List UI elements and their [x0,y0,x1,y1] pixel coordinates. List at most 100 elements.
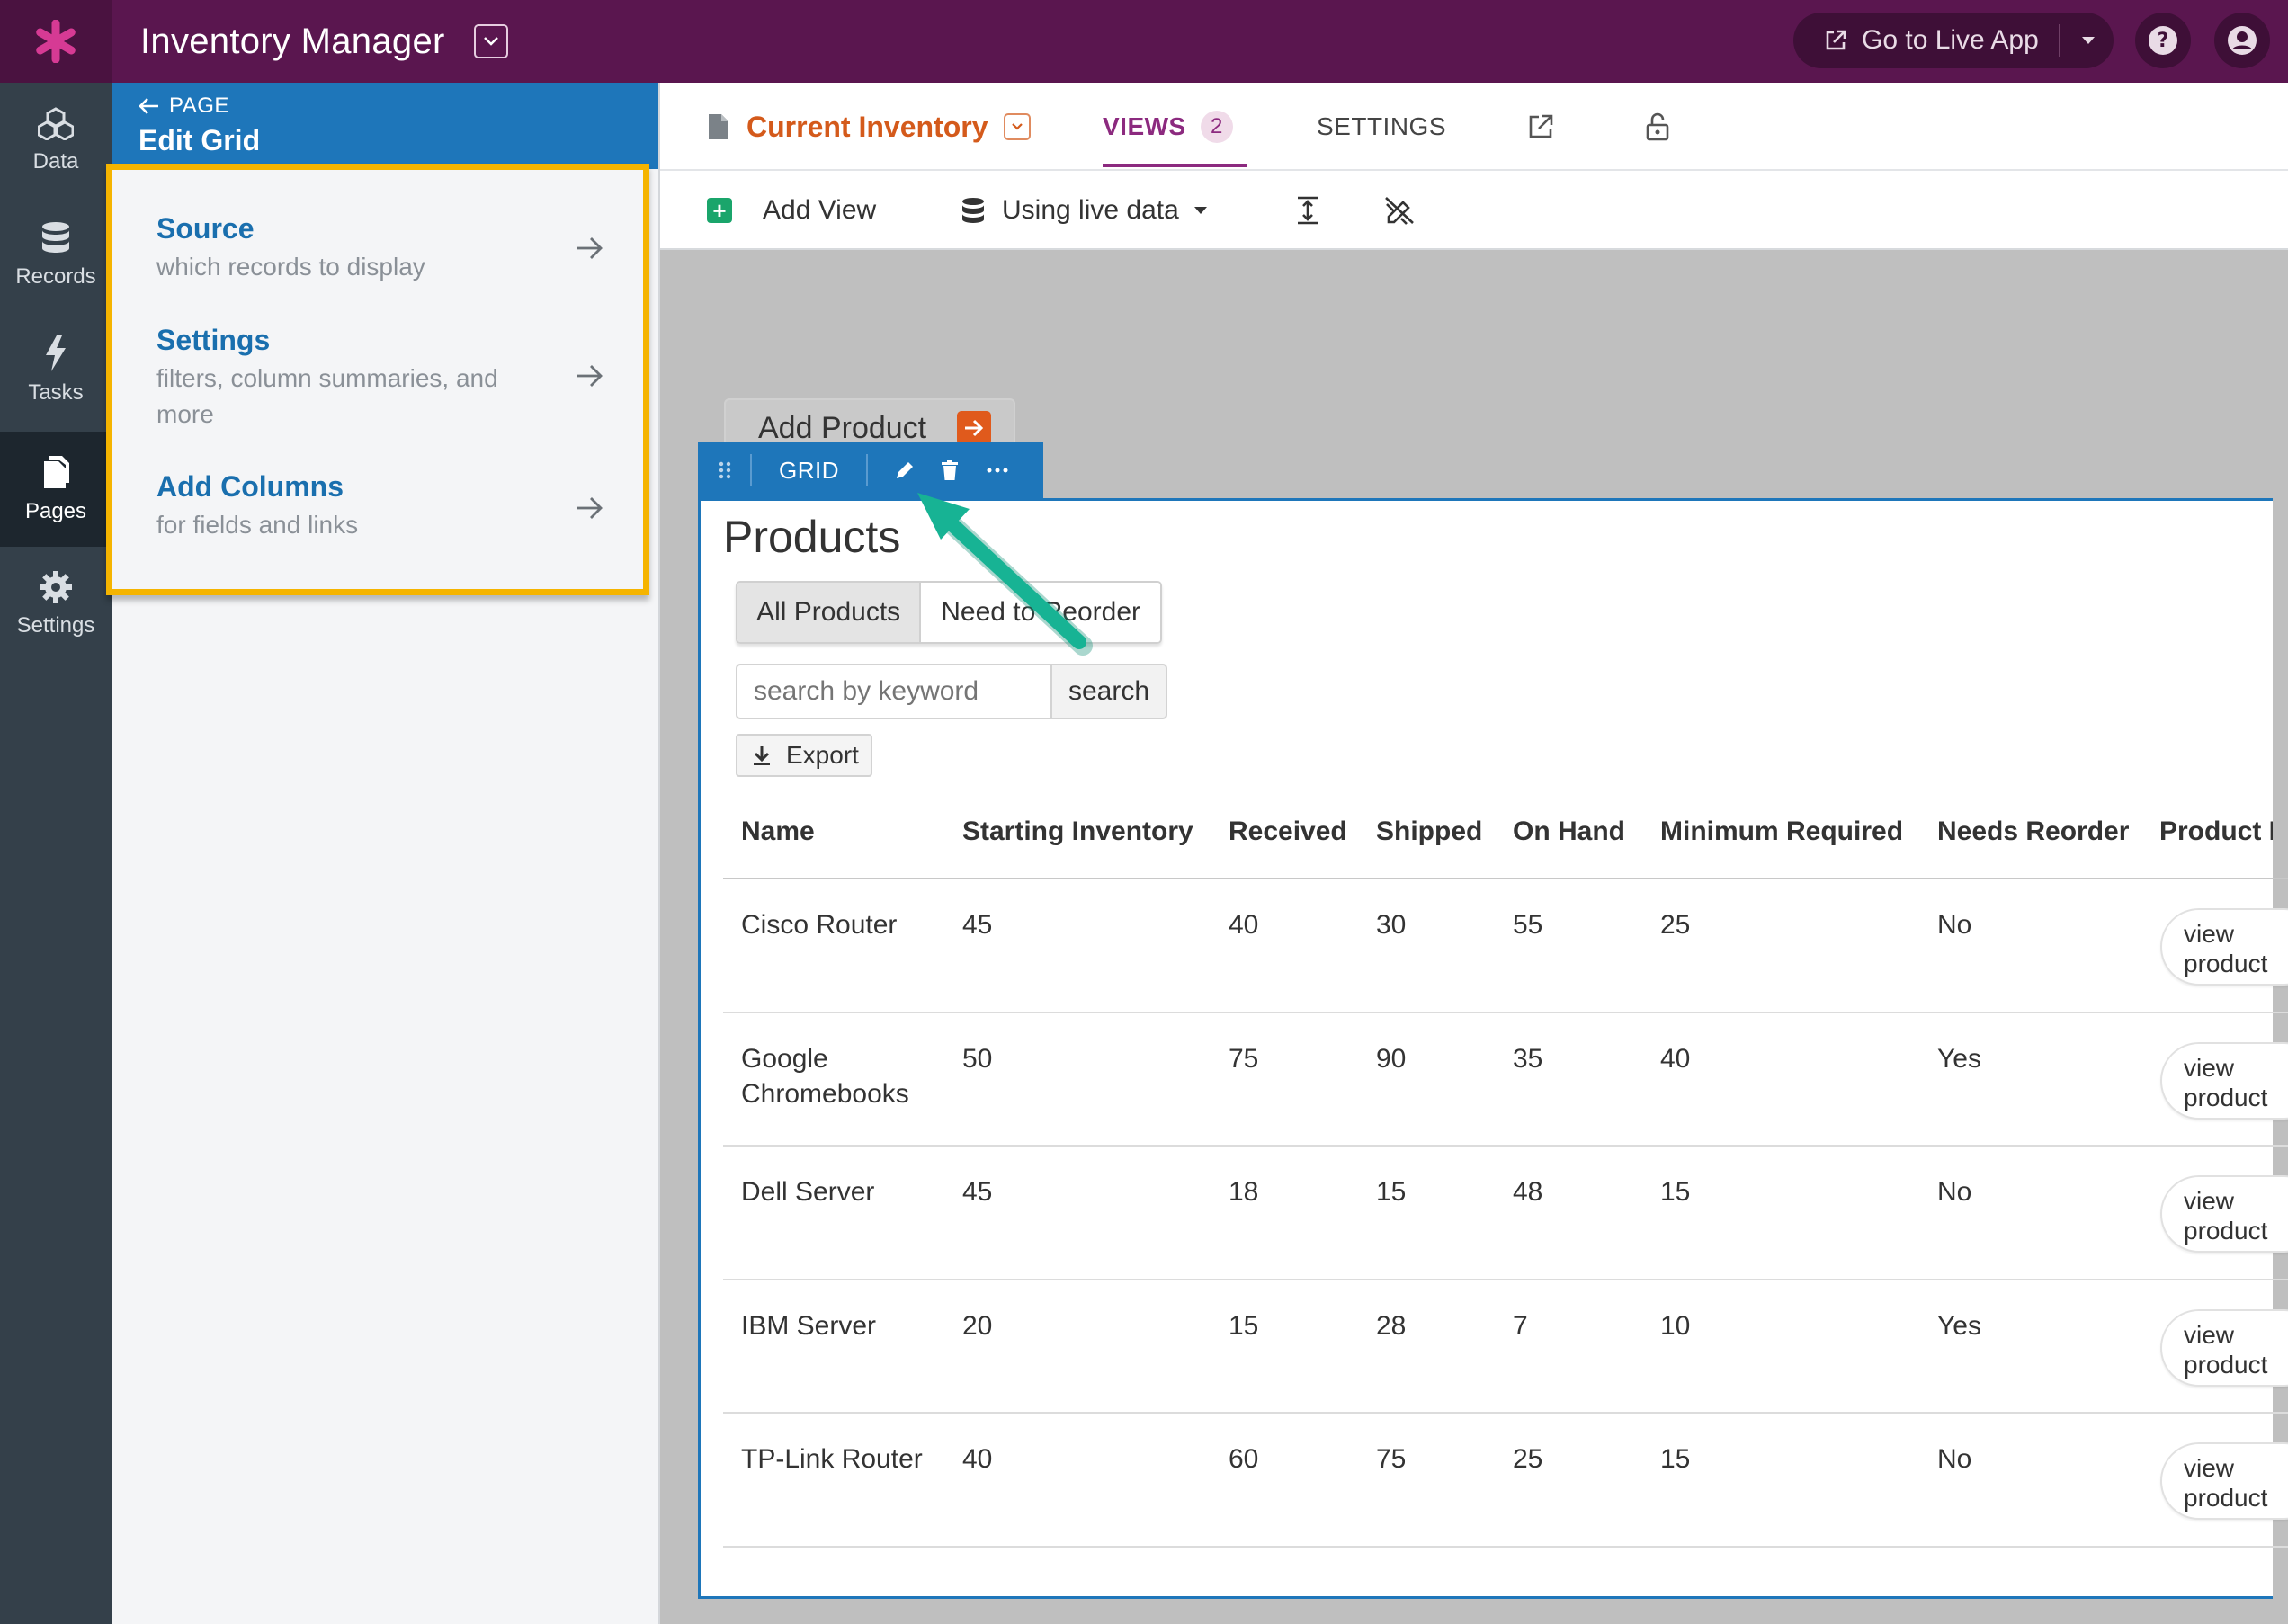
nav-item-pages[interactable]: Pages [0,432,112,547]
data-mode-dropdown[interactable]: Using live data [961,171,1208,250]
nav-item-records[interactable]: Records [0,198,112,313]
pages-icon [44,456,69,488]
view-product-link[interactable]: view product [2160,908,2288,986]
table-cell-name: Google Chromebooks [741,1044,909,1109]
nav-item-label: Records [15,264,96,289]
table-cell-needs-reorder: No [1937,1444,1972,1474]
page-access-button[interactable] [1646,83,1669,171]
toolbar-divider [866,454,868,486]
settings-link[interactable]: Settings filters, column summaries, and … [156,324,624,437]
drag-handle-icon[interactable] [718,460,732,480]
tab-views[interactable]: VIEWS 2 [1103,83,1233,171]
back-label: PAGE [169,94,229,118]
table-row-divider [723,1279,2288,1280]
filter-menu: All Products Need to Reorder [736,581,1162,644]
table-cell-shipped: 75 [1376,1444,1407,1474]
help-button[interactable]: ? [2135,13,2191,68]
search-button[interactable]: search [1050,664,1167,719]
add-columns-link-title: Add Columns [156,470,344,503]
nav-item-tasks[interactable]: Tasks [0,313,112,428]
view-product-link[interactable]: view product [2160,1442,2288,1520]
table-cell-received: 15 [1229,1311,1259,1341]
table-cell-starting-inventory: 40 [962,1444,993,1474]
more-options-icon[interactable] [987,467,1008,474]
table-cell-needs-reorder: No [1937,1177,1972,1207]
nav-item-data[interactable]: Data [0,83,112,198]
hide-design-button[interactable] [1383,171,1416,250]
unlock-icon [1646,112,1669,141]
table-cell-minimum-required: 10 [1660,1311,1691,1341]
page-selector[interactable]: Current Inventory [707,83,1032,171]
app-switcher-button[interactable] [473,24,508,58]
grid-label: GRID [779,456,839,484]
page-menu-button[interactable] [1004,113,1032,140]
app-logo[interactable] [0,0,112,83]
source-link[interactable]: Source which records to display [156,212,624,290]
arrow-right-icon [577,497,603,519]
view-product-link[interactable]: view product [2160,1042,2288,1120]
table-cell-shipped: 30 [1376,910,1407,940]
cubes-icon [38,107,74,140]
column-header-product-details[interactable]: Product D [2159,816,2273,847]
design-off-icon [1385,197,1414,225]
download-icon [754,746,770,765]
table-cell-needs-reorder: Yes [1937,1311,1981,1341]
settings-link-title: Settings [156,324,271,356]
plus-icon: + [707,197,732,224]
table-cell-on-hand: 7 [1513,1311,1528,1341]
search-input[interactable] [736,664,1050,719]
views-tab-label: VIEWS [1103,112,1186,140]
database-icon [962,198,984,223]
source-link-title: Source [156,212,255,245]
table-row-divider [723,1546,2288,1548]
caret-down-icon[interactable] [2080,35,2096,46]
tab-settings[interactable]: SETTINGS [1317,83,1446,171]
table-cell-needs-reorder: No [1937,910,1972,940]
column-header-received[interactable]: Received [1229,816,1347,847]
source-link-subtitle: which records to display [156,253,425,281]
table-cell-on-hand: 25 [1513,1444,1543,1474]
settings-tab-label: SETTINGS [1317,112,1447,140]
external-link-icon [1529,114,1553,138]
view-product-link[interactable]: view product [2160,1309,2288,1387]
column-header-needs-reorder[interactable]: Needs Reorder [1937,816,2129,847]
views-count-badge: 2 [1200,111,1233,143]
export-label: Export [786,741,859,769]
data-mode-label: Using live data [1002,195,1179,225]
account-button[interactable] [2214,13,2270,68]
view-product-link[interactable]: view product [2160,1175,2288,1253]
filter-need-to-reorder[interactable]: Need to Reorder [921,583,1160,642]
column-header-name[interactable]: Name [741,816,815,847]
pencil-icon[interactable] [893,459,916,482]
trash-icon[interactable] [940,459,960,482]
page-name: Current Inventory [746,110,988,143]
table-row-divider [723,1412,2288,1414]
page-icon [709,114,728,139]
nav-item-settings[interactable]: Settings [0,547,112,662]
asterisk-logo-icon [36,20,76,63]
table-cell-starting-inventory: 50 [962,1044,993,1074]
table-cell-received: 40 [1229,910,1259,940]
button-divider [2058,24,2060,57]
nav-item-label: Tasks [28,380,84,405]
column-header-shipped[interactable]: Shipped [1376,816,1482,847]
table-cell-on-hand: 55 [1513,910,1543,940]
nav-item-label: Settings [16,613,95,638]
table-cell-minimum-required: 15 [1660,1444,1691,1474]
column-header-starting-inventory[interactable]: Starting Inventory [962,816,1193,847]
export-button[interactable]: Export [736,734,872,777]
back-to-page-link[interactable]: PAGE [139,94,658,119]
column-header-minimum-required[interactable]: Minimum Required [1660,816,1903,847]
table-cell-starting-inventory: 45 [962,910,993,940]
column-header-on-hand[interactable]: On Hand [1513,816,1625,847]
add-product-label: Add Product [758,410,927,445]
add-columns-link[interactable]: Add Columns for fields and links [156,470,624,548]
open-page-button[interactable] [1527,83,1554,171]
expand-height-button[interactable] [1295,171,1320,250]
filter-all-products[interactable]: All Products [737,583,922,642]
add-view-button[interactable]: + Add View [707,171,876,250]
go-arrow-icon [957,411,992,445]
go-to-live-app-button[interactable]: Go to Live App [1793,13,2114,68]
panel-header: PAGE Edit Grid [112,83,658,169]
table-row-divider [723,1145,2288,1147]
